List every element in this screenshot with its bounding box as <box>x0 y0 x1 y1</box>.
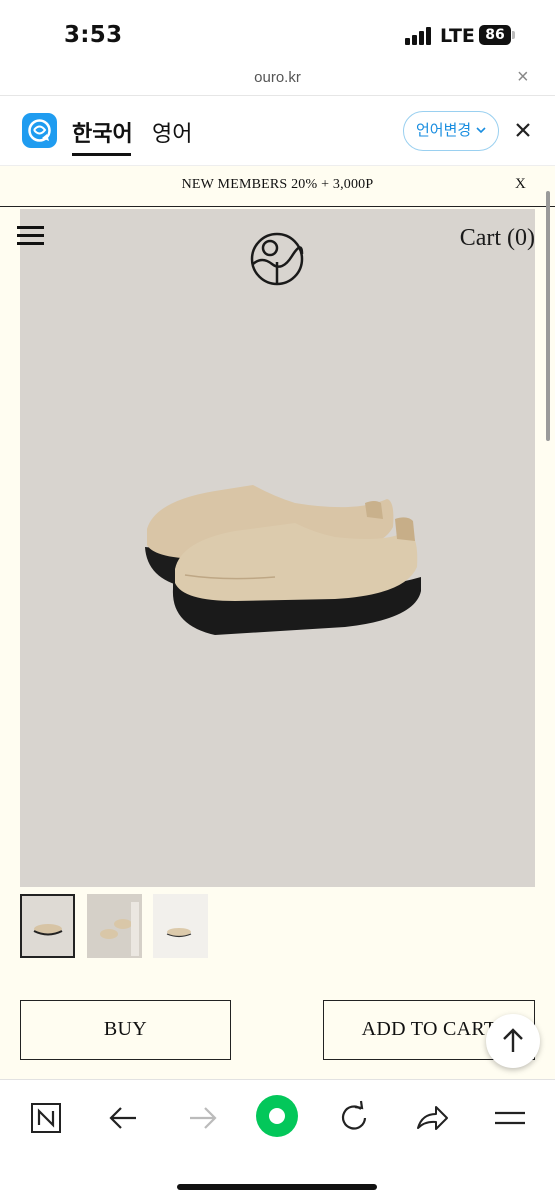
status-time: 3:53 <box>64 22 123 48</box>
browser-toolbar <box>0 1079 555 1200</box>
papago-icon[interactable] <box>22 113 57 148</box>
refresh-icon[interactable] <box>332 1096 376 1140</box>
url-text[interactable]: ouro.kr <box>0 69 555 86</box>
share-icon[interactable] <box>410 1096 454 1140</box>
product-image[interactable]: Cart (0) <box>17 209 535 887</box>
hamburger-icon[interactable] <box>17 226 44 246</box>
change-language-button[interactable]: 언어변경 <box>403 111 499 151</box>
thumbnail-3[interactable] <box>153 894 208 958</box>
active-tab-underline <box>72 153 131 156</box>
promo-banner: NEW MEMBERS 20% + 3,000P X <box>0 166 555 207</box>
thumbnail-1[interactable] <box>20 894 75 958</box>
home-indicator[interactable] <box>177 1184 377 1190</box>
battery-tip <box>512 31 515 39</box>
shoe-image <box>145 485 421 635</box>
scrollbar[interactable] <box>546 191 550 441</box>
tab-target-language[interactable]: 영어 <box>152 116 192 148</box>
cart-link[interactable]: Cart (0) <box>460 225 535 252</box>
translate-close-icon[interactable] <box>515 118 531 144</box>
change-language-label: 언어변경 <box>416 121 472 139</box>
green-home-icon[interactable] <box>255 1094 299 1138</box>
tab-source-language[interactable]: 한국어 <box>72 116 133 148</box>
ouro-logo-icon[interactable] <box>250 226 304 292</box>
network-type: LTE <box>440 25 475 47</box>
signal-icon <box>405 27 435 45</box>
web-page: NEW MEMBERS 20% + 3,000P X Cart (0) BUY … <box>0 166 555 1079</box>
naver-icon[interactable] <box>24 1096 68 1140</box>
url-bar[interactable]: ouro.kr × <box>0 64 555 96</box>
buy-button[interactable]: BUY <box>20 1000 231 1060</box>
close-icon[interactable]: × <box>517 66 529 89</box>
translate-bar: 한국어 영어 언어변경 <box>0 96 555 166</box>
promo-text: NEW MEMBERS 20% + 3,000P <box>181 177 374 192</box>
chevron-down-icon <box>475 112 487 164</box>
thumbnail-2[interactable] <box>87 894 142 958</box>
menu-icon[interactable] <box>488 1096 532 1140</box>
forward-arrow-icon[interactable] <box>180 1096 224 1140</box>
scroll-to-top-button[interactable] <box>486 1014 540 1068</box>
battery-icon: 86 <box>479 25 511 45</box>
status-bar: 3:53 LTE 86 <box>0 0 555 64</box>
back-arrow-icon[interactable] <box>102 1096 146 1140</box>
promo-close-button[interactable]: X <box>515 176 526 193</box>
